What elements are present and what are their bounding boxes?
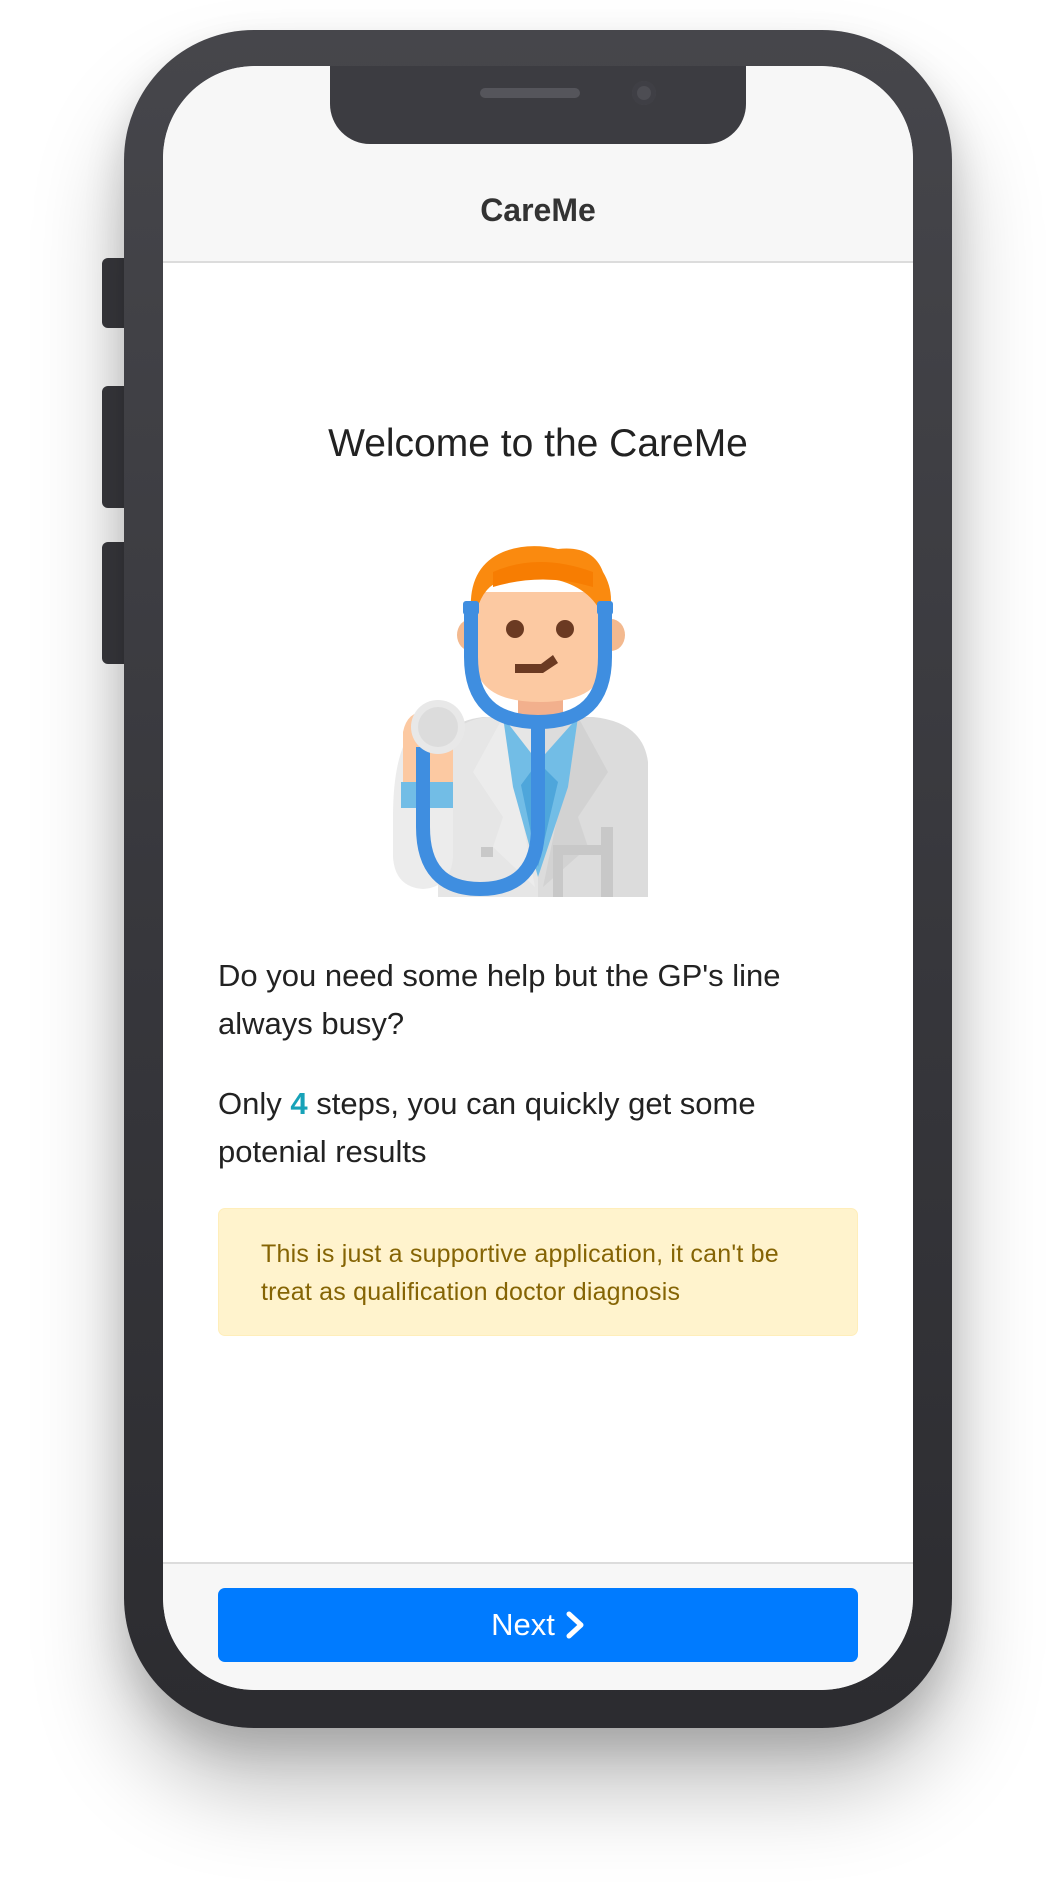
speaker-grille <box>480 88 580 98</box>
next-button-label: Next <box>491 1607 555 1642</box>
steps-prefix: Only <box>218 1086 291 1121</box>
doctor-with-stethoscope-icon <box>353 517 723 897</box>
phone-notch <box>330 66 746 144</box>
footer-bar: Next <box>163 1562 913 1690</box>
intro-question: Do you need some help but the GP's line … <box>218 958 781 1041</box>
next-button[interactable]: Next <box>218 1588 858 1662</box>
disclaimer-alert: This is just a supportive application, i… <box>218 1208 858 1336</box>
phone-screen: CareMe Welcome to the CareMe Do you need… <box>163 66 913 1690</box>
front-camera <box>632 81 656 105</box>
stage: CareMe Welcome to the CareMe Do you need… <box>0 0 1053 1903</box>
intro-steps: Only 4 steps, you can quickly get some p… <box>218 1080 858 1176</box>
steps-count: 4 <box>290 1086 308 1121</box>
welcome-heading: Welcome to the CareMe <box>328 422 748 465</box>
chevron-right-icon <box>565 1611 585 1639</box>
app-title: CareMe <box>480 192 596 228</box>
